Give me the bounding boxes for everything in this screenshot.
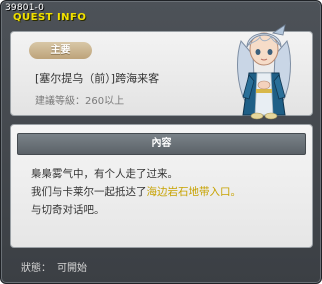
content-text: 我们与卡莱尔一起抵达了 [31,186,147,198]
status-value: 可開始 [57,263,87,274]
npc-portrait-icon [227,15,301,125]
portrait-graphic [237,24,291,120]
content-line: 与切奇对话吧。 [31,204,105,216]
content-line: 梟梟雾气中，有个人走了过来。 [31,168,178,180]
content-header: 內容 [17,133,306,155]
quest-name: [塞尔提乌（前）]跨海来客 [35,72,160,85]
content-line: 我们与卡莱尔一起抵达了海边岩石地带入口。 [31,183,306,201]
status-label: 狀態： [21,263,51,274]
quest-category-badge: 主要 [29,42,92,59]
quest-status: 狀態： 可開始 [21,259,87,274]
quest-content-panel: 內容 梟梟雾气中，有个人走了过来。 我们与卡莱尔一起抵达了海边岩石地带入口。 与… [10,124,313,248]
recommended-level: 建議等級：260以上 [35,96,125,107]
location-highlight: 海边岩石地带入口。 [146,186,242,198]
content-body: 梟梟雾气中，有个人走了过来。 我们与卡莱尔一起抵达了海边岩石地带入口。 与切奇对… [31,165,306,219]
window-title: QUEST INFO [13,12,87,23]
quest-info-window: 39801-0 QUEST INFO 主要 [塞尔提乌（前）]跨海来客 建議等級… [0,0,322,284]
